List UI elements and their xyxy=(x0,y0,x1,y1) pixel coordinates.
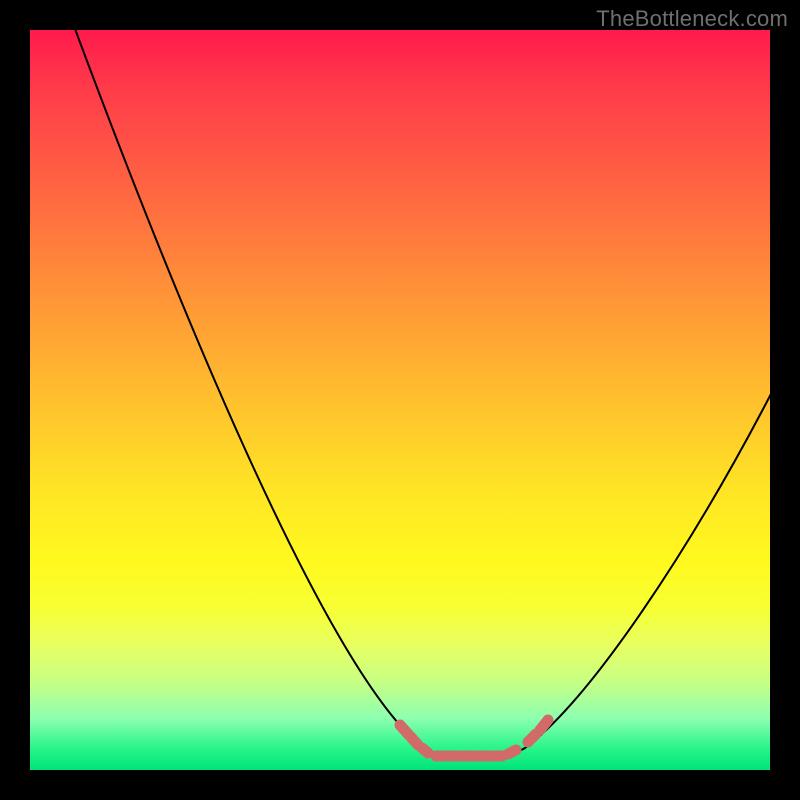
marker-segment xyxy=(410,736,418,745)
plot-area xyxy=(30,30,770,770)
chart-svg xyxy=(30,30,770,770)
chart-frame: TheBottleneck.com xyxy=(0,0,800,800)
marker-segment xyxy=(528,734,536,742)
bottleneck-curve xyxy=(68,10,772,757)
marker-segment xyxy=(540,720,548,730)
marker-segment xyxy=(508,750,516,754)
watermark-text: TheBottleneck.com xyxy=(596,6,788,32)
marker-group xyxy=(400,720,548,756)
marker-segment xyxy=(422,748,428,753)
